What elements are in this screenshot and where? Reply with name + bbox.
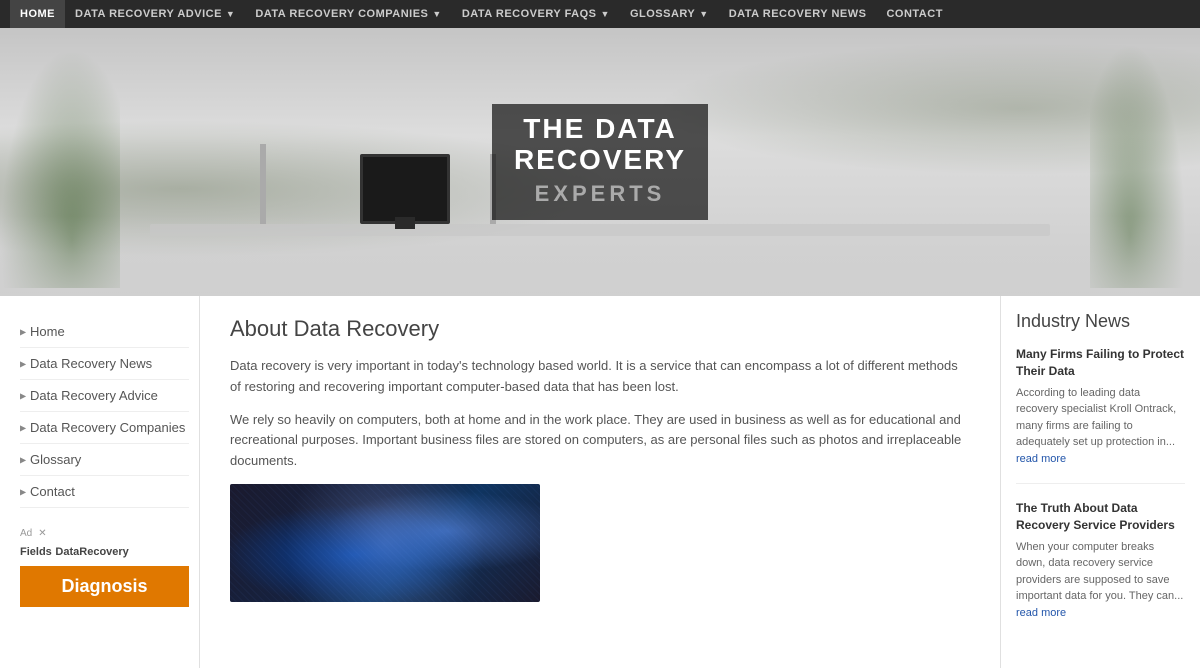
sidebar-item-home[interactable]: Home xyxy=(20,316,189,348)
sidebar-item-advice[interactable]: Data Recovery Advice xyxy=(20,380,189,412)
hero-title-overlay: THE DATA RECOVERY EXPERTS xyxy=(492,104,708,220)
hero-title-box: THE DATA RECOVERY EXPERTS xyxy=(492,104,708,220)
news-item-1-read-more[interactable]: read more xyxy=(1016,453,1066,465)
hero-line2: RECOVERY xyxy=(514,145,686,176)
nav-news[interactable]: DATA RECOVERY NEWS xyxy=(719,0,877,28)
hero-line1: THE DATA xyxy=(514,114,686,145)
industry-news-heading: Industry News xyxy=(1016,311,1185,332)
hero-lamp-left xyxy=(260,144,266,224)
nav-glossary[interactable]: GLOSSARY ▼ xyxy=(620,0,719,28)
main-nav: HOME DATA RECOVERY ADVICE ▼ DATA RECOVER… xyxy=(0,0,1200,28)
sidebar-item-glossary[interactable]: Glossary xyxy=(20,444,189,476)
news-item-2-title: The Truth About Data Recovery Service Pr… xyxy=(1016,500,1185,534)
news-item-2-body: When your computer breaks down, data rec… xyxy=(1016,539,1185,622)
content-paragraph-2: We rely so heavily on computers, both at… xyxy=(230,410,970,472)
ad-brand-sub: Fields xyxy=(20,546,52,558)
ad-brand-name: Fields DataRecovery xyxy=(20,543,189,558)
hero-line3: EXPERTS xyxy=(514,180,686,209)
content-title: About Data Recovery xyxy=(230,316,970,342)
glossary-dropdown-arrow: ▼ xyxy=(699,9,708,19)
news-item-1-title: Many Firms Failing to Protect Their Data xyxy=(1016,346,1185,380)
news-item-1-body: According to leading data recovery speci… xyxy=(1016,385,1185,468)
sidebar-item-companies[interactable]: Data Recovery Companies xyxy=(20,412,189,444)
sidebar-item-contact[interactable]: Contact xyxy=(20,476,189,508)
news-item-1: Many Firms Failing to Protect Their Data… xyxy=(1016,346,1185,484)
ad-diagnosis-button[interactable]: Diagnosis xyxy=(20,566,189,607)
advice-dropdown-arrow: ▼ xyxy=(226,9,235,19)
nav-advice[interactable]: DATA RECOVERY ADVICE ▼ xyxy=(65,0,245,28)
ad-close-icon[interactable]: ✕ xyxy=(38,528,46,539)
main-layout: Home Data Recovery News Data Recovery Ad… xyxy=(0,296,1200,668)
ad-header: Ad ✕ xyxy=(20,528,189,539)
sidebar-item-news[interactable]: Data Recovery News xyxy=(20,348,189,380)
news-item-2: The Truth About Data Recovery Service Pr… xyxy=(1016,500,1185,637)
right-sidebar: Industry News Many Firms Failing to Prot… xyxy=(1000,296,1200,668)
hero-banner: THE DATA RECOVERY EXPERTS xyxy=(0,28,1200,296)
sidebar-navigation: Home Data Recovery News Data Recovery Ad… xyxy=(20,316,189,508)
nav-faqs[interactable]: DATA RECOVERY FAQS ▼ xyxy=(452,0,620,28)
main-content: About Data Recovery Data recovery is ver… xyxy=(200,296,1000,668)
nav-companies[interactable]: DATA RECOVERY COMPANIES ▼ xyxy=(245,0,451,28)
sidebar-advertisement: Ad ✕ Fields DataRecovery Diagnosis xyxy=(20,528,189,607)
content-image-hdd xyxy=(230,484,540,602)
faqs-dropdown-arrow: ▼ xyxy=(601,9,610,19)
nav-contact[interactable]: CONTACT xyxy=(876,0,952,28)
companies-dropdown-arrow: ▼ xyxy=(432,9,441,19)
news-item-2-read-more[interactable]: read more xyxy=(1016,607,1066,619)
content-paragraph-1: Data recovery is very important in today… xyxy=(230,356,970,398)
nav-home[interactable]: HOME xyxy=(10,0,65,28)
left-sidebar: Home Data Recovery News Data Recovery Ad… xyxy=(0,296,200,668)
hero-desk xyxy=(150,224,1050,236)
hero-monitor xyxy=(360,154,450,224)
ad-label: Ad xyxy=(20,528,32,539)
